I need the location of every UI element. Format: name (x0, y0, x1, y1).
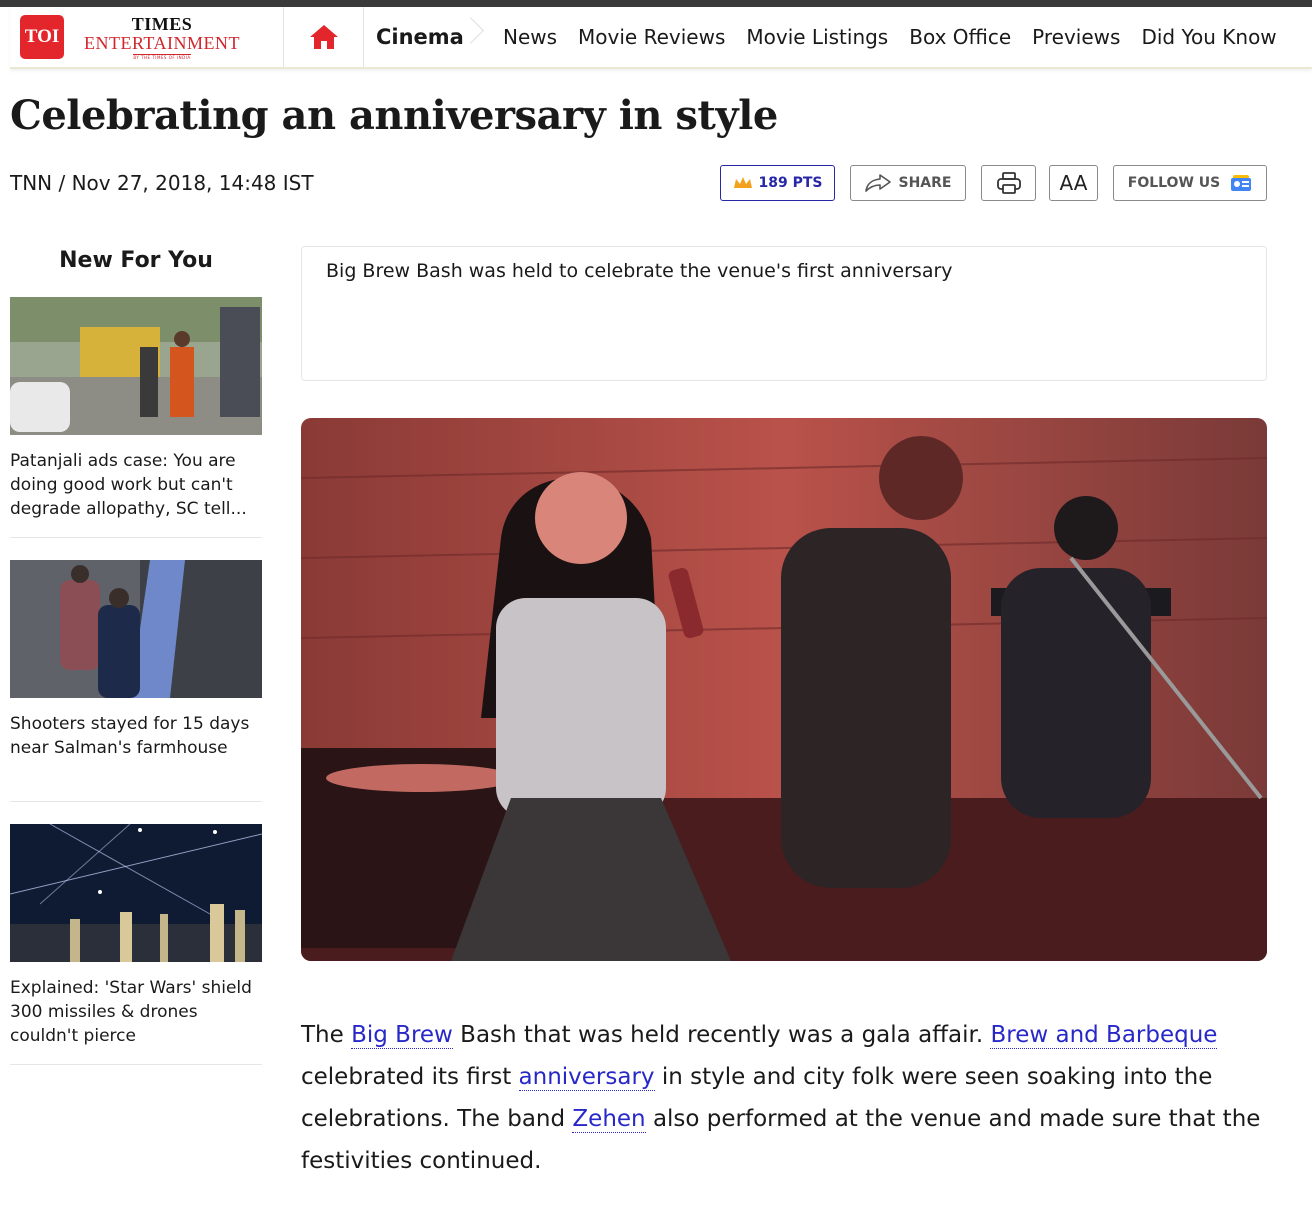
top-bar (0, 0, 1312, 7)
nav-item-news[interactable]: News (503, 25, 557, 49)
body-text-segment: Bash that was held recently was a gala a… (452, 1022, 991, 1048)
site-header: TOI TIMES ENTERTAINMENT BY THE TIMES OF … (10, 7, 1312, 69)
brand-mid: ENTERTAINMENT (84, 32, 240, 53)
article-byline: TNN / Nov 27, 2018, 14:48 IST (10, 171, 314, 195)
article-body: The Big Brew Bash that was held recently… (301, 1014, 1267, 1182)
nav-item-previews[interactable]: Previews (1032, 25, 1120, 49)
points-label: 189 PTS (758, 175, 823, 191)
nav-section-cinema[interactable]: Cinema (364, 7, 474, 67)
home-button[interactable] (284, 7, 364, 67)
brand-logo[interactable]: TOI TIMES ENTERTAINMENT BY THE TIMES OF … (10, 7, 284, 67)
follow-label: FOLLOW US (1127, 175, 1221, 191)
sidebar-story-1[interactable]: Patanjali ads case: You are doing good w… (10, 297, 262, 521)
font-size-button[interactable]: AA (1049, 165, 1098, 201)
story-headline[interactable]: Explained: 'Star Wars' shield 300 missil… (10, 976, 262, 1048)
sidebar-divider (10, 1064, 262, 1065)
article-summary: Big Brew Bash was held to celebrate the … (301, 246, 1267, 381)
main-nav: News Movie Reviews Movie Listings Box Of… (474, 7, 1277, 67)
printer-icon (996, 172, 1021, 194)
link-big-brew[interactable]: Big Brew (351, 1022, 453, 1049)
sidebar-title: New For You (59, 248, 213, 273)
article-hero-image[interactable] (301, 418, 1267, 961)
sidebar-story-3[interactable]: Explained: 'Star Wars' shield 300 missil… (10, 824, 262, 1048)
brand-top: TIMES (131, 13, 193, 34)
story-thumbnail[interactable] (10, 297, 262, 435)
print-button[interactable] (981, 165, 1036, 201)
link-brew-and-barbeque[interactable]: Brew and Barbeque (990, 1022, 1218, 1049)
story-thumbnail[interactable] (10, 824, 262, 962)
link-anniversary[interactable]: anniversary (518, 1064, 655, 1091)
story-thumbnail[interactable] (10, 560, 262, 698)
brand-sub: BY THE TIMES OF INDIA (133, 53, 191, 60)
story-headline[interactable]: Shooters stayed for 15 days near Salman'… (10, 712, 262, 760)
nav-item-box-office[interactable]: Box Office (909, 25, 1011, 49)
page-title: Celebrating an anniversary in style (10, 92, 778, 139)
share-button[interactable]: SHARE (850, 165, 966, 201)
story-headline[interactable]: Patanjali ads case: You are doing good w… (10, 449, 262, 521)
sidebar-divider (10, 801, 262, 802)
share-icon (864, 174, 891, 192)
home-icon (309, 25, 338, 49)
nav-item-did-you-know[interactable]: Did You Know (1141, 25, 1276, 49)
share-label: SHARE (898, 175, 952, 191)
google-news-icon (1231, 175, 1252, 191)
nav-item-movie-listings[interactable]: Movie Listings (746, 25, 888, 49)
toi-badge: TOI (20, 15, 64, 59)
nav-item-movie-reviews[interactable]: Movie Reviews (578, 25, 725, 49)
follow-us-button[interactable]: FOLLOW US (1113, 165, 1267, 201)
link-zehen[interactable]: Zehen (572, 1106, 646, 1133)
points-button[interactable]: 189 PTS (720, 165, 835, 201)
body-text-segment: The (301, 1022, 352, 1048)
brand-wordmark: TIMES ENTERTAINMENT BY THE TIMES OF INDI… (84, 15, 240, 60)
sidebar-story-2[interactable]: Shooters stayed for 15 days near Salman'… (10, 560, 262, 760)
body-text-segment: celebrated its first (301, 1064, 519, 1090)
sidebar-divider (10, 537, 262, 538)
crown-icon (733, 177, 752, 188)
